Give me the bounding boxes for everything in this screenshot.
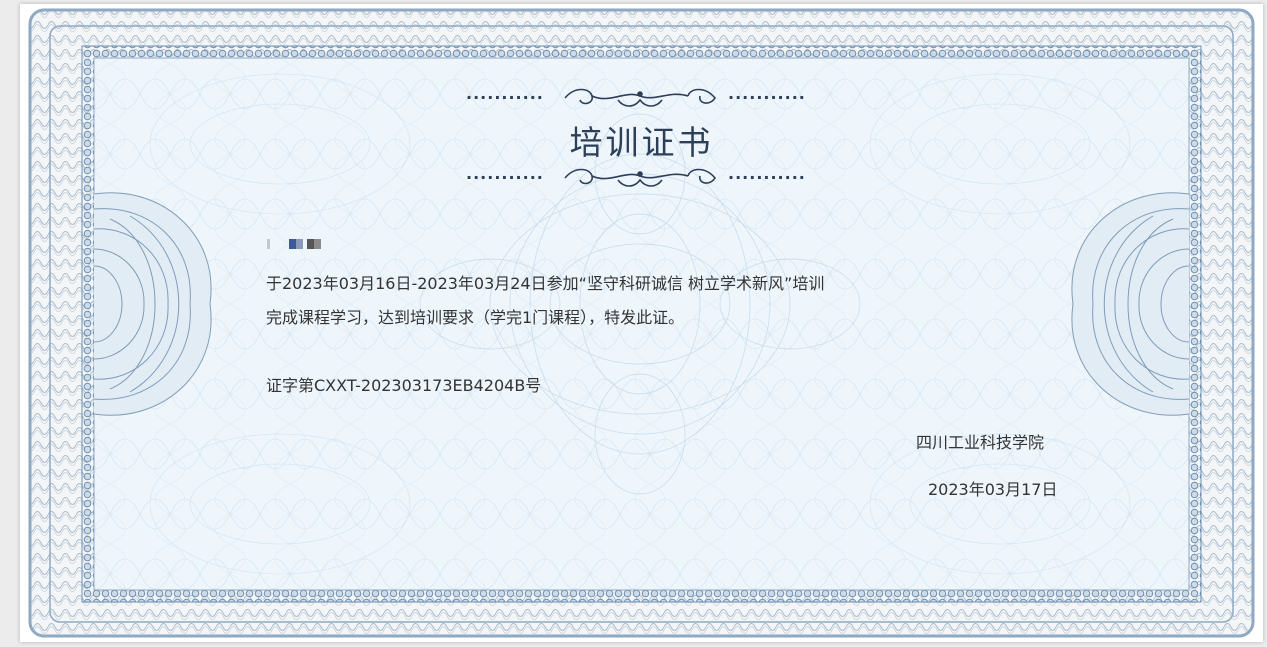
document-viewer: ........... ........... ........... ....…	[0, 0, 1267, 647]
recipient-name-redacted	[267, 236, 337, 252]
certificate-page: ........... ........... ........... ....…	[20, 4, 1263, 642]
divider-dots-top-left: ...........	[466, 84, 544, 103]
training-description-line2: 完成课程学习，达到培训要求（学完1门课程），特发此证。	[266, 308, 685, 327]
divider-dots-bottom-left: ...........	[466, 164, 544, 183]
issuing-institution: 四川工业科技学院	[916, 433, 1045, 452]
divider-dots-bottom-right: ...........	[728, 164, 806, 183]
divider-dots-top-right: ...........	[728, 84, 806, 103]
certificate-title: 培训证书	[569, 123, 714, 162]
certificate-number: 证字第CXXT-202303173EB4204B号	[266, 376, 542, 395]
training-description-line1: 于2023年03月16日-2023年03月24日参加“坚守科研诚信 树立学术新风…	[266, 274, 825, 293]
issue-date: 2023年03月17日	[928, 480, 1058, 499]
